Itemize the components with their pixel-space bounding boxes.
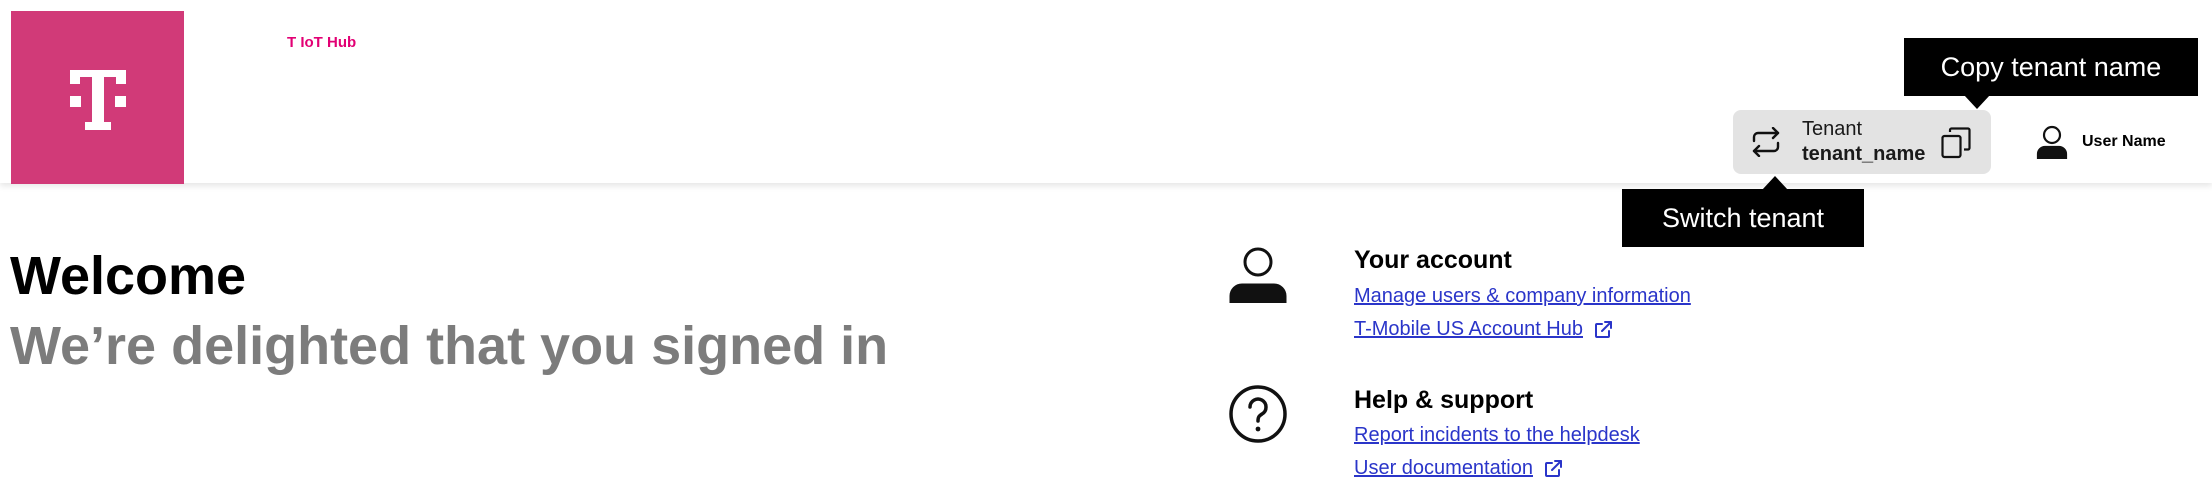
page-title: Welcome [10, 246, 247, 306]
report-incidents-link-label: Report incidents to the helpdesk [1354, 424, 1640, 446]
user-documentation-link[interactable]: User documentation [1354, 457, 1563, 480]
help-support-title: Help & support [1354, 386, 1534, 414]
telekom-logo[interactable] [11, 11, 184, 184]
tenant-switcher: Tenant tenant_name [1733, 110, 1991, 174]
user-icon [2036, 125, 2068, 159]
user-documentation-link-label: User documentation [1354, 457, 1533, 479]
user-icon [1227, 244, 1289, 306]
manage-users-link[interactable]: Manage users & company information [1354, 285, 1691, 308]
top-header: T IoT Hub Tenant tenant_name User Name [0, 0, 2212, 184]
account-hub-link-label: T-Mobile US Account Hub [1354, 318, 1583, 340]
external-link-icon [1595, 320, 1612, 338]
external-link-icon [1544, 459, 1562, 477]
switch-tenant-tooltip: Switch tenant [1622, 176, 1864, 247]
telekom-t-logo-icon [69, 69, 126, 130]
manage-users-link-label: Manage users & company information [1354, 285, 1691, 307]
switch-arrows-icon[interactable] [1748, 124, 1784, 160]
tenant-label: Tenant [1802, 118, 1863, 140]
question-circle-icon [1227, 383, 1289, 445]
user-name: User Name [2082, 133, 2166, 150]
report-incidents-link[interactable]: Report incidents to the helpdesk [1354, 424, 1640, 447]
user-menu[interactable]: User Name [2036, 124, 2166, 160]
page-subtitle: We’re delighted that you signed in [10, 316, 889, 376]
copy-icon[interactable] [1939, 126, 1973, 160]
your-account-title: Your account [1354, 246, 1512, 274]
app-name[interactable]: T IoT Hub [287, 34, 356, 51]
tenant-name: tenant_name [1802, 143, 1926, 165]
account-hub-link[interactable]: T-Mobile US Account Hub [1354, 318, 1613, 341]
copy-tenant-tooltip: Copy tenant name [1904, 38, 2198, 109]
